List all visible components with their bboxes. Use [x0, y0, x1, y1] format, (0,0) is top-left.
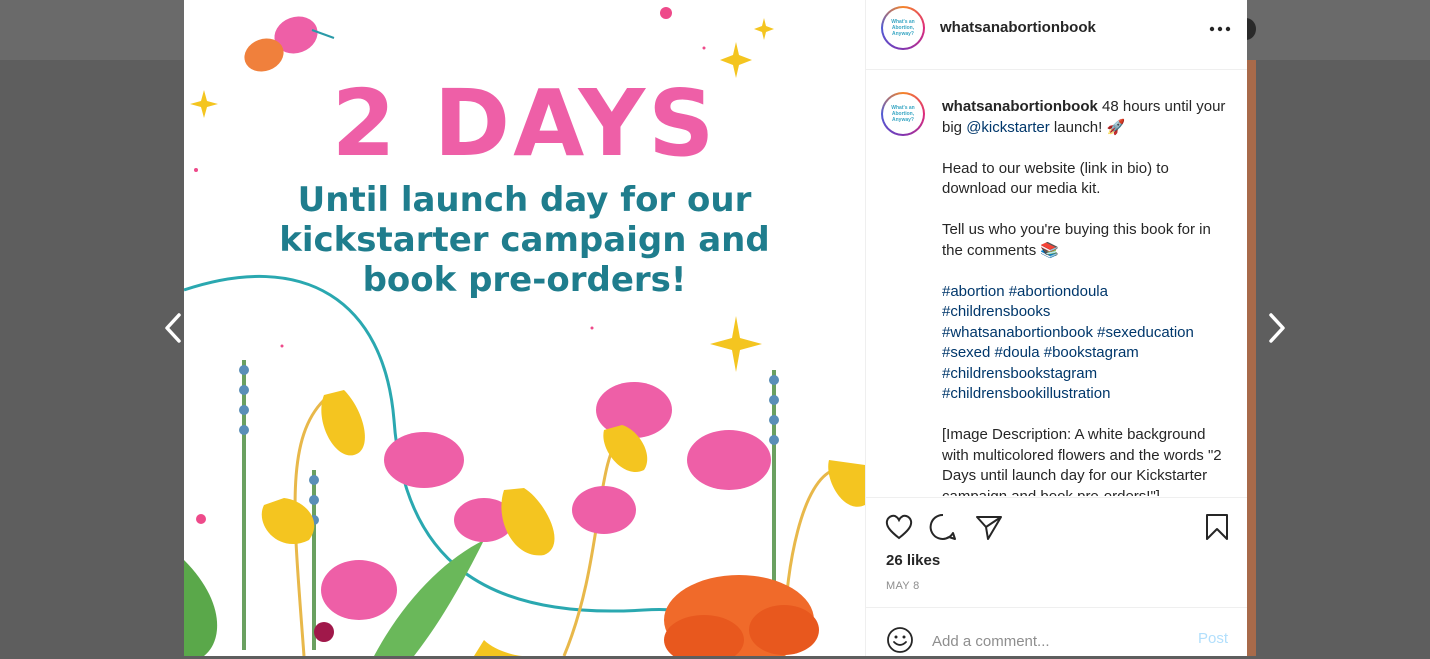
caption-paragraph-2: Head to our website (link in bio) to dow…	[942, 159, 1173, 198]
caption-image-description: [Image Description: A white background w…	[942, 426, 1226, 496]
caption-line1-end: launch! 🚀	[1049, 118, 1126, 136]
caption-paragraph-3: Tell us who you're buying this book for …	[942, 221, 1216, 259]
chevron-left-icon	[165, 313, 181, 343]
kickstarter-mention[interactable]: @kickstarter	[966, 119, 1050, 136]
post-comment-button[interactable]: Post	[1198, 630, 1228, 647]
post-date[interactable]: MAY 8	[886, 580, 920, 592]
like-button[interactable]	[884, 512, 914, 542]
save-button[interactable]	[1202, 512, 1232, 542]
post-header: What's an Abortion, Anyway? whatsanabort…	[866, 0, 1247, 70]
caption-hashtags[interactable]: #abortion #abortiondoula #childrensbooks…	[942, 283, 1194, 403]
emoji-button[interactable]	[886, 626, 914, 654]
post-detail-panel: What's an Abortion, Anyway? whatsanabort…	[865, 0, 1247, 656]
bookmark-icon	[1206, 514, 1228, 540]
image-headline: 2 DAYS	[331, 70, 718, 177]
post-image[interactable]: 2 DAYS Until launch day for our kickstar…	[184, 0, 865, 656]
caption-username[interactable]: whatsanabortionbook	[942, 98, 1098, 115]
avatar-logo-text: What's an Abortion, Anyway?	[883, 94, 923, 134]
caption-avatar[interactable]: What's an Abortion, Anyway?	[881, 92, 925, 136]
comment-bar: Post	[866, 607, 1247, 657]
butterfly-illustration	[244, 16, 335, 72]
author-username[interactable]: whatsanabortionbook	[940, 19, 1096, 36]
emoji-icon	[887, 627, 913, 653]
avatar-logo-text: What's an Abortion, Anyway?	[883, 8, 923, 48]
likes-count[interactable]: 26 likes	[886, 552, 940, 569]
more-options-button[interactable]	[1206, 18, 1234, 40]
comment-input[interactable]	[930, 628, 1184, 654]
share-button[interactable]	[974, 512, 1004, 542]
chevron-right-icon	[1269, 313, 1285, 343]
comment-button[interactable]	[928, 512, 958, 542]
caption-text: whatsanabortionbook 48 hours until your …	[942, 97, 1232, 496]
author-avatar[interactable]: What's an Abortion, Anyway?	[881, 6, 925, 50]
heart-icon	[885, 514, 913, 540]
background-next-post	[1246, 60, 1256, 656]
caption-area[interactable]: What's an Abortion, Anyway? whatsanabort…	[866, 70, 1247, 496]
orange-poppy	[664, 575, 819, 656]
more-dots-icon	[1209, 26, 1231, 32]
image-subheadline: Until launch day for our kickstarter cam…	[279, 180, 770, 300]
paper-plane-icon	[976, 516, 1002, 540]
next-post-button[interactable]	[1262, 308, 1292, 348]
post-actions: 26 likes MAY 8	[866, 497, 1247, 608]
comment-icon	[929, 513, 956, 540]
